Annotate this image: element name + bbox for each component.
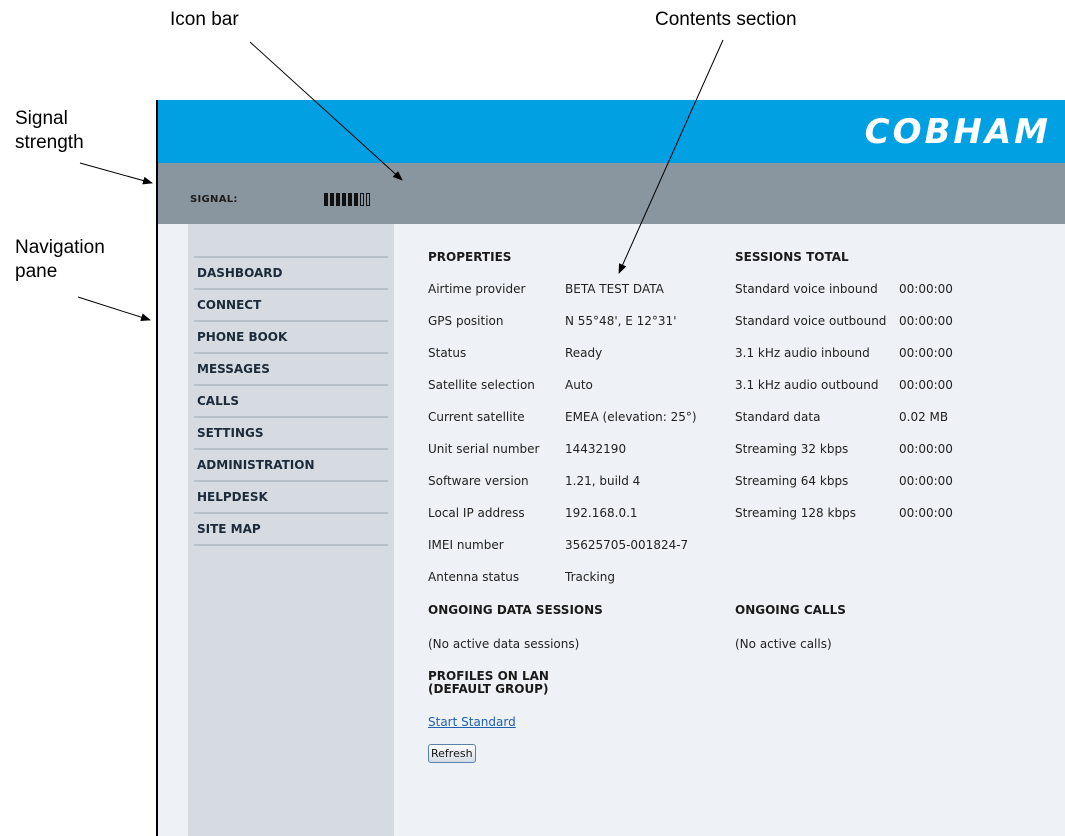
ongoing-data-sessions-text: (No active data sessions)	[428, 637, 580, 651]
session-value: 00:00:00	[899, 282, 953, 296]
session-key: Standard voice inbound	[735, 282, 878, 296]
session-value: 00:00:00	[899, 506, 953, 520]
session-value: 00:00:00	[899, 442, 953, 456]
ongoing-data-sessions-title: ONGOING DATA SESSIONS	[428, 603, 603, 617]
signal-label: SIGNAL:	[190, 194, 238, 205]
callout-signal-strength: Signal strength	[15, 107, 84, 155]
callout-contents-section: Contents section	[655, 9, 797, 30]
signal-segment	[354, 193, 358, 206]
signal-segment	[360, 193, 364, 206]
session-value: 00:00:00	[899, 474, 953, 488]
session-key: Standard data	[735, 410, 821, 424]
property-key: GPS position	[428, 314, 504, 328]
arrow-signal-strength	[79, 162, 153, 185]
nav-item-dashboard[interactable]: DASHBOARD	[194, 258, 388, 290]
nav-item-helpdesk[interactable]: HELPDESK	[194, 482, 388, 514]
nav-item-site-map[interactable]: SITE MAP	[194, 514, 388, 546]
property-key: Antenna status	[428, 570, 520, 584]
profiles-title-line2: (DEFAULT GROUP)	[428, 682, 549, 696]
cobham-logo: COBHAM	[864, 112, 1051, 152]
profiles-on-lan-title: PROFILES ON LAN (DEFAULT GROUP)	[428, 670, 549, 696]
property-key: Current satellite	[428, 410, 525, 424]
navigation-pane: DASHBOARD CONNECT PHONE BOOK MESSAGES CA…	[188, 224, 394, 836]
callout-icon-bar: Icon bar	[170, 9, 239, 30]
property-value: 35625705-001824-7	[565, 538, 689, 552]
property-key: Software version	[428, 474, 529, 488]
callout-nav-line2: pane	[15, 261, 58, 282]
signal-segment	[324, 193, 328, 206]
property-key: Airtime provider	[428, 282, 526, 296]
session-key: 3.1 kHz audio inbound	[735, 346, 870, 360]
property-value: 192.168.0.1	[565, 506, 638, 520]
nav-item-messages[interactable]: MESSAGES	[194, 354, 388, 386]
callout-signal-line1: Signal	[15, 108, 68, 129]
property-key: Status	[428, 346, 467, 360]
callout-navigation-pane: Navigation pane	[15, 236, 105, 284]
signal-segment	[336, 193, 340, 206]
session-value: 00:00:00	[899, 314, 953, 328]
signal-segment	[348, 193, 352, 206]
arrow-navigation-pane	[77, 296, 151, 322]
web-interface-screenshot: COBHAM SIGNAL: DASHBOARD CONNECT PHONE B…	[156, 100, 1065, 836]
session-value: 00:00:00	[899, 378, 953, 392]
ongoing-calls-title: ONGOING CALLS	[735, 603, 846, 617]
session-key: Streaming 32 kbps	[735, 442, 849, 456]
refresh-button[interactable]: Refresh	[428, 744, 476, 763]
property-key: Unit serial number	[428, 442, 540, 456]
session-key: 3.1 kHz audio outbound	[735, 378, 879, 392]
signal-segment	[342, 193, 346, 206]
property-value: 1.21, build 4	[565, 474, 641, 488]
properties-title: PROPERTIES	[428, 250, 512, 264]
property-key: IMEI number	[428, 538, 504, 552]
sessions-total-title: SESSIONS TOTAL	[735, 250, 849, 264]
session-key: Standard voice outbound	[735, 314, 887, 328]
session-value: 00:00:00	[899, 346, 953, 360]
session-key: Streaming 64 kbps	[735, 474, 849, 488]
property-value: EMEA (elevation: 25°)	[565, 410, 697, 424]
start-standard-link[interactable]: Start Standard	[428, 715, 516, 729]
icon-bar: SIGNAL:	[158, 163, 1065, 224]
property-value: Ready	[565, 346, 603, 360]
property-value: Auto	[565, 378, 593, 392]
contents-section: PROPERTIES Airtime provider BETA TEST DAT…	[428, 224, 1048, 834]
nav-item-administration[interactable]: ADMINISTRATION	[194, 450, 388, 482]
nav-item-connect[interactable]: CONNECT	[194, 290, 388, 322]
session-value: 0.02 MB	[899, 410, 949, 424]
signal-segment	[366, 193, 370, 206]
header-bar: COBHAM	[158, 100, 1065, 163]
ongoing-calls-text: (No active calls)	[735, 637, 832, 651]
property-value: N 55°48', E 12°31'	[565, 314, 677, 328]
callout-nav-line1: Navigation	[15, 237, 105, 258]
nav-item-phone-book[interactable]: PHONE BOOK	[194, 322, 388, 354]
nav-item-settings[interactable]: SETTINGS	[194, 418, 388, 450]
property-value: BETA TEST DATA	[565, 282, 664, 296]
session-key: Streaming 128 kbps	[735, 506, 856, 520]
property-key: Satellite selection	[428, 378, 535, 392]
signal-segment	[330, 193, 334, 206]
property-value: Tracking	[565, 570, 615, 584]
property-key: Local IP address	[428, 506, 525, 520]
nav-item-calls[interactable]: CALLS	[194, 386, 388, 418]
callout-signal-line2: strength	[15, 132, 84, 153]
signal-strength-meter	[324, 193, 370, 206]
nav-list: DASHBOARD CONNECT PHONE BOOK MESSAGES CA…	[194, 256, 388, 546]
property-value: 14432190	[565, 442, 627, 456]
